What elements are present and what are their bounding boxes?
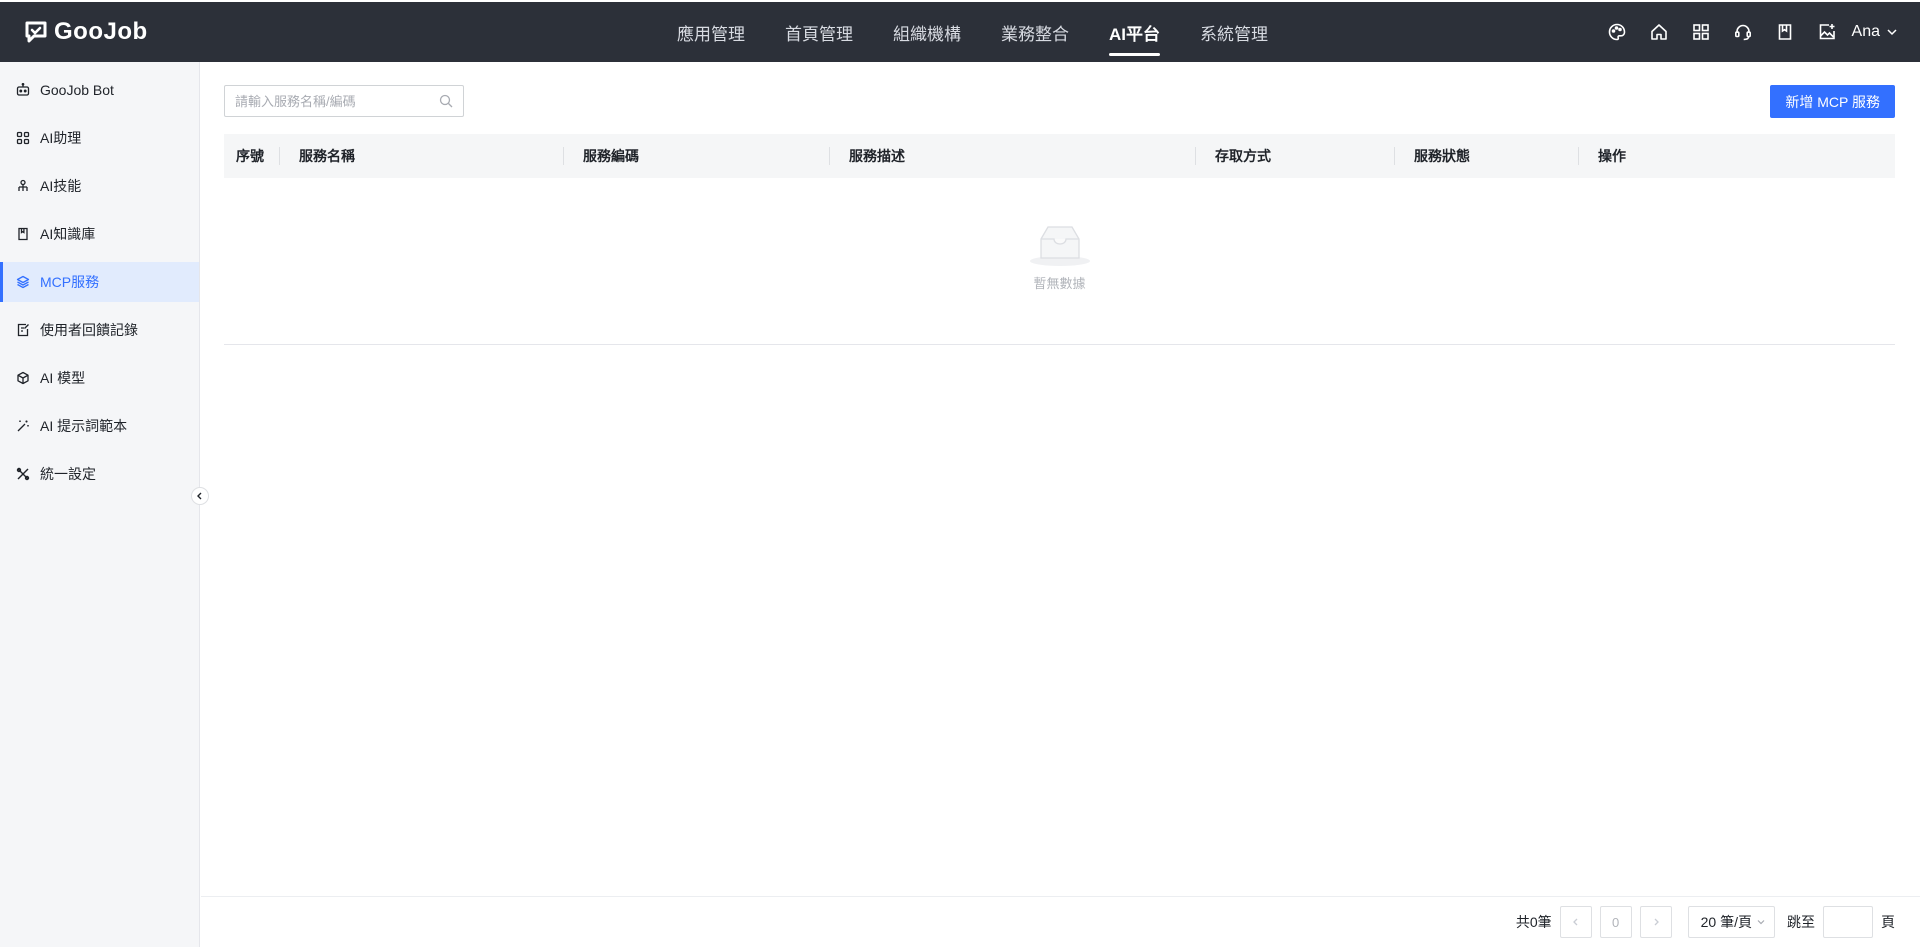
magic-wand-icon xyxy=(17,420,29,432)
sidebar-item-unified-settings[interactable]: 統一設定 xyxy=(0,454,199,494)
top-bar: GooJob 應用管理 首頁管理 組織機構 業務整合 AI平台 系統管理 Ana xyxy=(0,2,1920,62)
sidebar-item-label: AI助理 xyxy=(40,130,82,146)
nav-label: 組織機構 xyxy=(893,24,961,44)
empty-inbox-icon xyxy=(1029,226,1090,266)
grid-icon xyxy=(16,131,30,145)
sidebar-item-label: AI知識庫 xyxy=(40,226,96,242)
total-count: 共0筆 xyxy=(1515,914,1552,930)
sidebar-item-ai-assistant[interactable]: AI助理 xyxy=(0,118,199,158)
sidebar-collapse-button[interactable] xyxy=(191,487,209,505)
column-header-service-code: 服務編碼 xyxy=(563,134,829,178)
top-icons: Ana xyxy=(1596,2,1898,62)
chevron-left-icon xyxy=(197,492,202,500)
cube-icon xyxy=(17,371,29,385)
page-suffix: 頁 xyxy=(1881,914,1895,930)
user-menu[interactable]: Ana xyxy=(1852,23,1898,41)
column-label: 序號 xyxy=(236,148,264,164)
add-mcp-service-button[interactable]: 新增 MCP 服務 xyxy=(1770,85,1895,118)
user-name: Ana xyxy=(1851,23,1880,40)
column-header-index: 序號 xyxy=(224,134,279,178)
chevron-down-icon xyxy=(1757,920,1765,925)
mcp-services-table: 序號 服務名稱 服務編碼 服務描述 存取方式 服務狀態 操作 暫無數據 xyxy=(224,134,1895,345)
next-page-button[interactable] xyxy=(1639,906,1672,938)
skill-icon xyxy=(18,179,28,191)
sidebar-item-ai-skills[interactable]: AI技能 xyxy=(0,166,199,206)
edit-note-icon xyxy=(17,323,29,337)
support-icon[interactable] xyxy=(1722,2,1764,62)
column-label: 服務名稱 xyxy=(299,148,355,164)
sidebar-item-mcp-services[interactable]: MCP服務 xyxy=(0,262,199,302)
search-icon[interactable] xyxy=(439,94,453,108)
sidebar-item-label: 使用者回饋記錄 xyxy=(40,322,138,338)
nav-label: 業務整合 xyxy=(1001,24,1069,44)
column-header-access-method: 存取方式 xyxy=(1195,134,1394,178)
sidebar-item-label: 統一設定 xyxy=(40,466,96,482)
column-header-service-description: 服務描述 xyxy=(829,134,1195,178)
robot-icon xyxy=(16,83,30,96)
notebook-icon xyxy=(18,227,28,241)
sidebar-item-label: AI 提示詞範本 xyxy=(40,418,128,434)
column-label: 存取方式 xyxy=(1215,148,1271,164)
column-label: 服務狀態 xyxy=(1414,148,1470,164)
nav-label: 首頁管理 xyxy=(785,24,853,44)
chevron-down-icon xyxy=(1887,29,1897,36)
sidebar-item-prompt-templates[interactable]: AI 提示詞範本 xyxy=(0,406,199,446)
add-image-icon[interactable] xyxy=(1806,2,1848,62)
chevron-right-icon xyxy=(1654,918,1659,926)
column-header-service-status: 服務狀態 xyxy=(1394,134,1578,178)
page-size-select[interactable]: 20 筆/頁 xyxy=(1687,906,1775,938)
search-box xyxy=(224,85,464,117)
sidebar: GooJob Bot AI助理 AI技能 AI知識庫 MCP服務 使用者回饋記錄 xyxy=(0,62,200,947)
logo-chat-icon xyxy=(25,21,47,43)
sidebar-item-feedback-records[interactable]: 使用者回饋記錄 xyxy=(0,310,199,350)
nav-system-management[interactable]: 系統管理 xyxy=(1180,2,1288,62)
sidebar-item-label: AI技能 xyxy=(40,178,82,194)
column-label: 服務編碼 xyxy=(583,148,639,164)
home-icon[interactable] xyxy=(1638,2,1680,62)
app-logo[interactable]: GooJob xyxy=(24,2,148,62)
nav-home-management[interactable]: 首頁管理 xyxy=(765,2,873,62)
top-nav: 應用管理 首頁管理 組織機構 業務整合 AI平台 系統管理 xyxy=(657,2,1288,62)
page-number[interactable]: 0 xyxy=(1599,906,1632,938)
jump-page-input[interactable] xyxy=(1823,906,1873,938)
prev-page-button[interactable] xyxy=(1559,906,1592,938)
column-label: 服務描述 xyxy=(849,148,905,164)
nav-ai-platform[interactable]: AI平台 xyxy=(1089,2,1180,62)
logo-text: GooJob xyxy=(54,18,148,45)
table-header: 序號 服務名稱 服務編碼 服務描述 存取方式 服務狀態 操作 xyxy=(224,134,1895,178)
page-size-value: 20 筆/頁 xyxy=(1700,914,1752,930)
search-input[interactable] xyxy=(235,93,439,109)
column-header-service-name: 服務名稱 xyxy=(279,134,563,178)
sidebar-item-label: AI 模型 xyxy=(40,370,86,386)
nav-business-integration[interactable]: 業務整合 xyxy=(981,2,1089,62)
jump-label: 跳至 xyxy=(1787,914,1815,930)
sidebar-item-ai-knowledge[interactable]: AI知識庫 xyxy=(0,214,199,254)
sidebar-item-goojob-bot[interactable]: GooJob Bot xyxy=(0,70,199,110)
book-icon[interactable] xyxy=(1764,2,1806,62)
layers-icon xyxy=(16,275,30,289)
nav-organization[interactable]: 組織機構 xyxy=(873,2,981,62)
pagination: 共0筆 0 20 筆/頁 跳至 頁 xyxy=(201,896,1920,947)
sidebar-item-label: MCP服務 xyxy=(40,274,100,290)
column-label: 操作 xyxy=(1598,148,1626,164)
sidebar-item-label: GooJob Bot xyxy=(40,82,114,98)
chevron-left-icon xyxy=(1572,918,1578,926)
nav-app-management[interactable]: 應用管理 xyxy=(657,2,765,62)
empty-text: 暫無數據 xyxy=(1033,276,1086,291)
main-content: 新增 MCP 服務 序號 服務名稱 服務編碼 服務描述 存取方式 服務狀態 操作… xyxy=(201,62,1920,947)
nav-label: AI平台 xyxy=(1109,24,1160,44)
palette-icon[interactable] xyxy=(1596,2,1638,62)
nav-label: 應用管理 xyxy=(677,24,745,44)
apps-grid-icon[interactable] xyxy=(1680,2,1722,62)
tools-icon xyxy=(16,467,30,481)
column-header-actions: 操作 xyxy=(1578,134,1895,178)
sidebar-item-ai-models[interactable]: AI 模型 xyxy=(0,358,199,398)
empty-state: 暫無數據 xyxy=(224,178,1895,345)
nav-label: 系統管理 xyxy=(1200,24,1268,44)
